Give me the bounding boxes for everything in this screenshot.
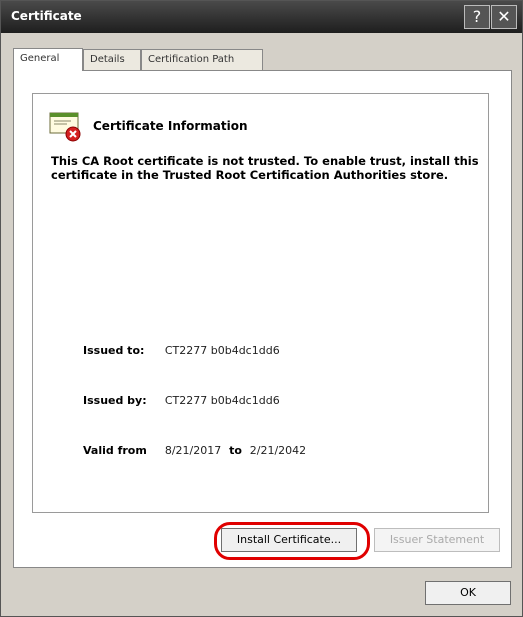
window-title: Certificate — [11, 9, 82, 23]
issued-to-row: Issued to: CT2277 b0b4dc1dd6 — [83, 344, 280, 357]
certificate-info-heading: Certificate Information — [93, 119, 248, 133]
issuer-statement-button[interactable]: Issuer Statement — [374, 528, 500, 552]
valid-to-word: to — [229, 444, 242, 457]
certificate-error-icon — [49, 112, 81, 142]
title-bar: Certificate ? ✕ — [1, 1, 522, 33]
install-button-highlight-ring — [214, 522, 370, 560]
trust-warning-text: This CA Root certificate is not trusted.… — [51, 154, 479, 182]
tab-details[interactable]: Details — [83, 49, 141, 70]
issued-by-value: CT2277 b0b4dc1dd6 — [164, 394, 280, 407]
issued-to-label: Issued to: — [83, 344, 145, 357]
tab-general[interactable]: General — [13, 48, 83, 71]
tab-certification-path[interactable]: Certification Path — [141, 49, 263, 70]
ok-button[interactable]: OK — [425, 581, 511, 605]
valid-to-value: 2/21/2042 — [249, 444, 307, 457]
issued-by-row: Issued by: CT2277 b0b4dc1dd6 — [83, 394, 280, 407]
valid-row: Valid from 8/21/2017 to 2/21/2042 — [83, 444, 306, 457]
issued-by-label: Issued by: — [83, 394, 147, 407]
close-button[interactable]: ✕ — [491, 5, 517, 29]
certificate-info-box: Certificate Information This CA Root cer… — [32, 93, 489, 513]
issued-to-value: CT2277 b0b4dc1dd6 — [164, 344, 280, 357]
valid-from-value: 8/21/2017 — [164, 444, 222, 457]
valid-from-label: Valid from — [83, 444, 147, 457]
general-panel: Certificate Information This CA Root cer… — [13, 70, 512, 568]
help-button[interactable]: ? — [464, 5, 490, 29]
